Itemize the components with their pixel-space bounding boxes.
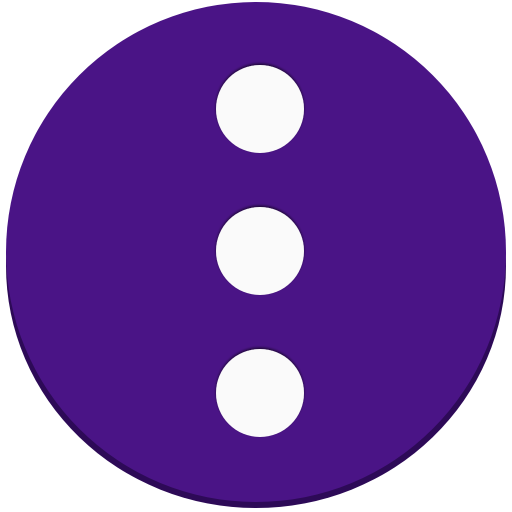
dot-top <box>216 65 304 153</box>
dot-middle <box>216 207 304 295</box>
app-icon[interactable] <box>0 0 512 512</box>
more-vertical-icon <box>6 2 506 508</box>
dots-group <box>216 65 304 437</box>
dot-bottom <box>216 349 304 437</box>
